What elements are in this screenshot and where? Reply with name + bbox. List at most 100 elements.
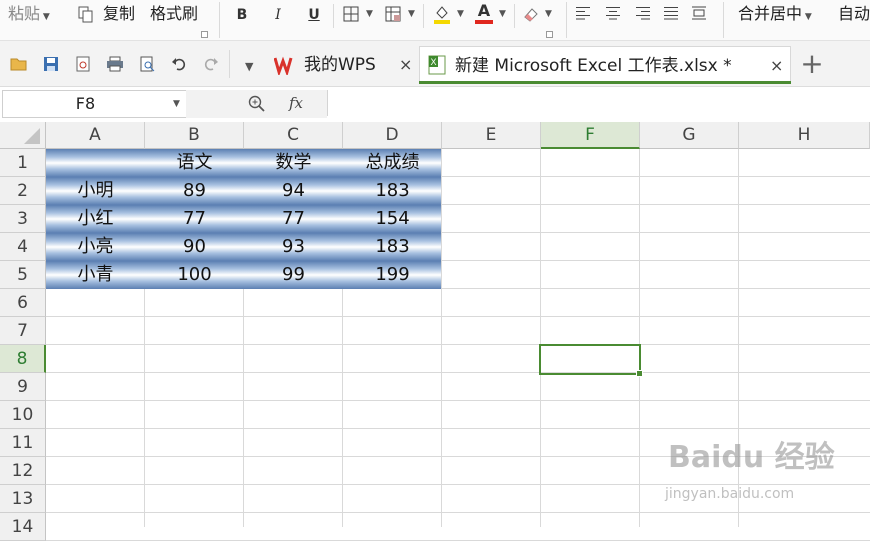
column-header-c[interactable]: C: [244, 122, 343, 149]
print-preview-icon[interactable]: [138, 56, 156, 74]
name-box[interactable]: F8 ▼: [2, 90, 187, 118]
cell-a2[interactable]: 小明: [46, 177, 145, 205]
cell-b1[interactable]: 语文: [145, 149, 244, 177]
cell-b5[interactable]: 100: [145, 261, 244, 289]
row-header-3[interactable]: 3: [0, 205, 46, 233]
close-icon[interactable]: ×: [399, 46, 412, 84]
border-icon[interactable]: [343, 6, 359, 22]
excel-file-icon: X: [428, 55, 446, 75]
font-color-icon[interactable]: A: [475, 2, 493, 24]
chevron-down-icon[interactable]: ▼: [173, 99, 180, 109]
column-header-e[interactable]: E: [442, 122, 541, 149]
separator: [219, 2, 220, 38]
auto-wrap-button[interactable]: 自动: [838, 0, 870, 28]
row-header-1[interactable]: 1: [0, 149, 46, 177]
font-dialog-launcher[interactable]: [546, 31, 553, 38]
fill-color-icon[interactable]: [433, 4, 451, 24]
distribute-icon[interactable]: [691, 5, 707, 21]
cell-c5[interactable]: 99: [244, 261, 343, 289]
select-all-triangle-icon: [24, 128, 40, 144]
merge-center-button[interactable]: 合并居中 ▼: [738, 0, 812, 31]
paste-label: 粘贴: [8, 4, 41, 23]
row-header-7[interactable]: 7: [0, 317, 46, 345]
tab-excel-workbook[interactable]: X 新建 Microsoft Excel 工作表.xlsx * ×: [419, 46, 791, 84]
tab-label: 我的WPS: [304, 55, 376, 75]
column-header-g[interactable]: G: [640, 122, 739, 149]
svg-text:X: X: [431, 57, 437, 67]
row-gridline: [46, 344, 870, 345]
row-header-12[interactable]: 12: [0, 457, 46, 485]
close-icon[interactable]: ×: [770, 47, 783, 85]
export-pdf-icon[interactable]: [74, 56, 92, 74]
row-header-8[interactable]: 8: [0, 345, 46, 373]
clear-format-icon[interactable]: [522, 5, 540, 23]
chevron-down-icon[interactable]: ▼: [457, 9, 464, 19]
active-cell-F8[interactable]: [539, 344, 641, 375]
align-left-icon[interactable]: [576, 6, 590, 20]
clipboard-dialog-launcher[interactable]: [201, 31, 208, 38]
fill-handle[interactable]: [636, 370, 643, 377]
font-color-swatch: [475, 20, 493, 24]
undo-icon[interactable]: [170, 56, 188, 74]
align-center-icon[interactable]: [606, 6, 620, 20]
formula-input[interactable]: [327, 90, 870, 116]
copy-button[interactable]: 复制: [103, 0, 135, 28]
cell-a4[interactable]: 小亮: [46, 233, 145, 261]
column-header-f[interactable]: F: [541, 122, 640, 149]
cell-d2[interactable]: 183: [343, 177, 442, 205]
separator: [566, 2, 567, 38]
insert-function-button[interactable]: fx: [285, 92, 307, 114]
print-icon[interactable]: [106, 56, 124, 74]
row-header-13[interactable]: 13: [0, 485, 46, 513]
column-header-b[interactable]: B: [145, 122, 244, 149]
zoom-formula-icon[interactable]: [248, 95, 266, 113]
open-folder-icon[interactable]: [10, 56, 28, 74]
redo-icon[interactable]: [202, 56, 220, 74]
format-painter-button[interactable]: 格式刷: [150, 0, 198, 28]
cell-b2[interactable]: 89: [145, 177, 244, 205]
select-all-button[interactable]: [0, 122, 46, 149]
cell-a3[interactable]: 小红: [46, 205, 145, 233]
row-header-4[interactable]: 4: [0, 233, 46, 261]
bold-button[interactable]: B: [233, 4, 251, 26]
chevron-down-icon[interactable]: ▼: [366, 9, 373, 19]
cell-style-icon[interactable]: [385, 6, 401, 22]
font-color-letter: A: [477, 1, 491, 20]
row-header-10[interactable]: 10: [0, 401, 46, 429]
cell-c4[interactable]: 93: [244, 233, 343, 261]
cell-a1[interactable]: [46, 149, 145, 177]
row-gridline: [46, 400, 870, 401]
align-right-icon[interactable]: [636, 6, 650, 20]
cell-d3[interactable]: 154: [343, 205, 442, 233]
cell-c2[interactable]: 94: [244, 177, 343, 205]
paste-button[interactable]: 粘贴 ▼: [8, 0, 50, 31]
chevron-down-icon[interactable]: ▼: [545, 9, 552, 19]
row-header-9[interactable]: 9: [0, 373, 46, 401]
cell-d4[interactable]: 183: [343, 233, 442, 261]
quick-access-dropdown-icon[interactable]: ▼: [245, 60, 253, 73]
chevron-down-icon[interactable]: ▼: [408, 9, 415, 19]
chevron-down-icon: ▼: [802, 12, 812, 22]
row-header-5[interactable]: 5: [0, 261, 46, 289]
italic-button[interactable]: I: [269, 4, 287, 26]
cell-c3[interactable]: 77: [244, 205, 343, 233]
row-header-2[interactable]: 2: [0, 177, 46, 205]
underline-button[interactable]: U: [305, 4, 323, 26]
row-header-14[interactable]: 14: [0, 513, 46, 541]
justify-icon[interactable]: [664, 6, 678, 20]
new-tab-button[interactable]: +: [799, 47, 825, 81]
cell-d1[interactable]: 总成绩: [343, 149, 442, 177]
chevron-down-icon[interactable]: ▼: [499, 9, 506, 19]
column-header-d[interactable]: D: [343, 122, 442, 149]
cell-b3[interactable]: 77: [145, 205, 244, 233]
cell-b4[interactable]: 90: [145, 233, 244, 261]
column-header-h[interactable]: H: [739, 122, 870, 149]
row-header-11[interactable]: 11: [0, 429, 46, 457]
column-header-a[interactable]: A: [46, 122, 145, 149]
row-header-6[interactable]: 6: [0, 289, 46, 317]
cell-c1[interactable]: 数学: [244, 149, 343, 177]
cell-a5[interactable]: 小青: [46, 261, 145, 289]
cell-d5[interactable]: 199: [343, 261, 442, 289]
tab-my-wps[interactable]: 我的WPS ×: [268, 46, 417, 84]
save-icon[interactable]: [42, 56, 60, 74]
